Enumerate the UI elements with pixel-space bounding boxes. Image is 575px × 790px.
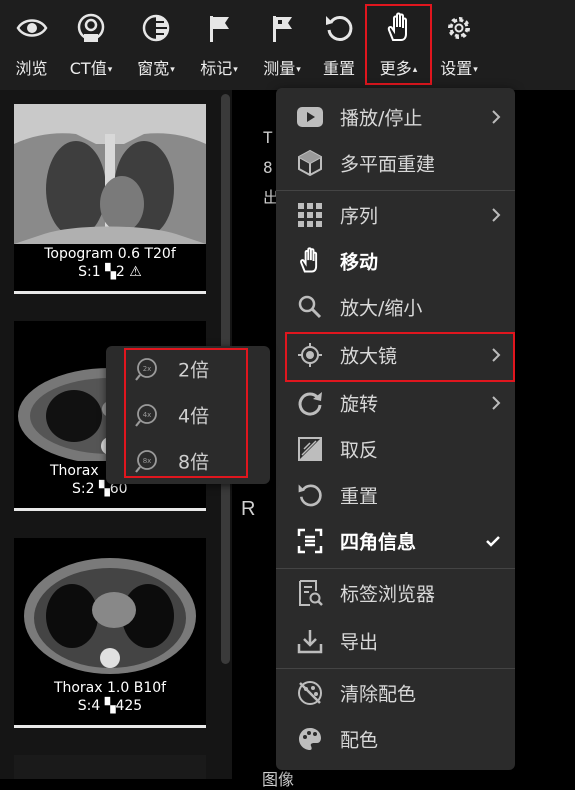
- tool-settings[interactable]: 设置▾: [432, 0, 486, 90]
- series-thumb-1-stats: S:1 ▚2 ⚠: [78, 264, 142, 280]
- zoom-icon: [298, 295, 322, 319]
- viewer-corner-line-1: T: [263, 128, 273, 147]
- viewer-orientation-label: R: [241, 498, 256, 520]
- menu-separator: [276, 668, 515, 669]
- chevron-right-icon: [492, 396, 501, 410]
- tool-reset[interactable]: 重置: [315, 0, 363, 90]
- viewer-corner-line-2: 8: [263, 158, 273, 177]
- window-level-icon: [142, 14, 170, 42]
- series-thumb-1[interactable]: Topogram 0.6 T20f S:1 ▚2 ⚠: [14, 104, 206, 294]
- series-thumb-4[interactable]: [14, 755, 206, 779]
- menu-item-reset[interactable]: 重置: [276, 472, 515, 518]
- chevron-right-icon: [492, 208, 501, 222]
- tool-measure-label: 测量▾: [263, 59, 301, 78]
- grid-icon: [298, 203, 322, 227]
- menu-separator: [276, 190, 515, 191]
- chevron-right-icon: [492, 110, 501, 124]
- series-thumb-3-progress: [14, 725, 206, 728]
- toolbar: 浏览 CT值▾ 窗宽▾ 标记▾ 测量▾ 重置 更多▴ 设置▾: [0, 0, 575, 90]
- menu-item-invert[interactable]: 取反: [276, 426, 515, 472]
- cube-icon: [298, 149, 322, 177]
- ct-value-icon: [77, 13, 105, 42]
- export-icon: [297, 630, 323, 654]
- flag-icon: [210, 16, 229, 42]
- tool-browse[interactable]: 浏览: [4, 0, 59, 90]
- menu-item-series[interactable]: 序列: [276, 192, 515, 238]
- thorax-b10f-image: [14, 538, 206, 678]
- menu-item-mpr[interactable]: 多平面重建: [276, 140, 515, 186]
- rotate-icon: [298, 392, 322, 416]
- check-icon: [486, 536, 500, 547]
- magnifier-highlight-box: [285, 332, 515, 382]
- invert-icon: [298, 437, 322, 461]
- menu-item-rotate[interactable]: 旋转: [276, 380, 515, 426]
- menu-item-palette[interactable]: 配色: [276, 716, 515, 762]
- series-thumb-3-name: Thorax 1.0 B10f: [53, 680, 167, 696]
- menu-item-move[interactable]: 移动: [276, 238, 515, 284]
- eye-icon: [16, 19, 47, 37]
- tool-window-label: 窗宽▾: [137, 59, 175, 78]
- tool-ct-value[interactable]: CT值▾: [60, 0, 122, 90]
- gear-icon: [448, 17, 470, 39]
- hand-icon: [300, 247, 318, 273]
- hand-icon: [387, 12, 407, 41]
- menu-item-clear-color[interactable]: 清除配色: [276, 670, 515, 716]
- series-thumb-3-stats: S:4 ▚425: [77, 698, 143, 714]
- tool-mark-label: 标记▾: [200, 59, 238, 78]
- topogram-image: [14, 104, 206, 244]
- tool-window[interactable]: 窗宽▾: [128, 0, 184, 90]
- menu-item-tag-browser[interactable]: 标签浏览器: [276, 570, 515, 616]
- tool-measure[interactable]: 测量▾: [253, 0, 311, 90]
- series-thumb-1-name: Topogram 0.6 T20f: [44, 246, 176, 262]
- play-icon: [297, 107, 323, 127]
- tool-more[interactable]: 更多▴: [365, 4, 432, 85]
- tag-browser-icon: [299, 580, 323, 606]
- menu-item-export[interactable]: 导出: [276, 618, 515, 664]
- tool-browse-label: 浏览: [15, 59, 48, 78]
- series-thumb-1-progress: [14, 291, 206, 294]
- reset-icon: [298, 484, 322, 507]
- series-thumb-2-progress: [14, 508, 206, 511]
- tool-mark[interactable]: 标记▾: [190, 0, 248, 90]
- more-menu: 播放/停止 多平面重建 序列 移动 放大/缩小 放大镜 旋转 取反 重置 四角信…: [276, 88, 515, 770]
- tool-settings-label: 设置▾: [440, 59, 478, 78]
- reset-icon: [326, 15, 353, 41]
- zoom-options-highlight-box: [124, 348, 248, 478]
- menu-separator: [276, 568, 515, 569]
- tool-more-label: 更多▴: [379, 59, 418, 78]
- clear-color-icon: [298, 681, 322, 705]
- series-thumb-3[interactable]: Thorax 1.0 B10f S:4 ▚425: [14, 538, 206, 728]
- palette-icon: [299, 728, 321, 750]
- corner-info-icon: [297, 528, 323, 554]
- tool-ct-value-label: CT值▾: [69, 59, 113, 78]
- menu-item-corner-info[interactable]: 四角信息: [276, 518, 515, 564]
- measure-flag-icon: [273, 16, 292, 42]
- tool-reset-label: 重置: [322, 59, 355, 78]
- menu-item-play[interactable]: 播放/停止: [276, 94, 515, 140]
- menu-item-zoom[interactable]: 放大/缩小: [276, 284, 515, 330]
